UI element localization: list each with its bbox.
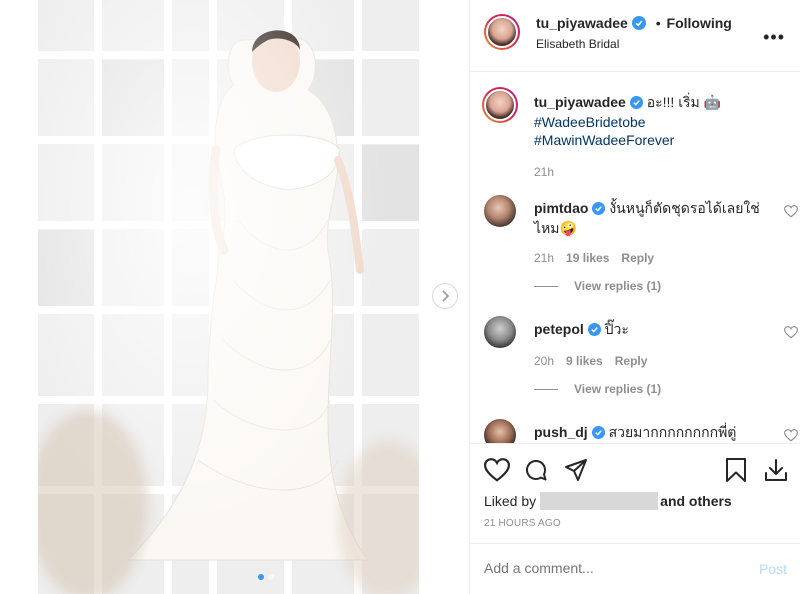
more-icon[interactable]: ••• [763, 27, 785, 48]
comment-body: petepol ปิ๊วะ 20h 9 likes Reply [534, 320, 762, 370]
header-username[interactable]: tu_piyawadee [536, 15, 628, 31]
verified-icon [587, 322, 601, 340]
hashtag-link[interactable]: #WadeeBridetobe [534, 114, 646, 130]
comment-icon[interactable] [524, 458, 548, 482]
carousel-next-button[interactable] [432, 283, 458, 309]
post-header: tu_piyawadee • Following Elisabeth Brida… [470, 0, 800, 72]
carousel-dot-active [258, 574, 264, 580]
avatar[interactable] [484, 195, 516, 227]
view-replies-button[interactable]: View replies (1) [534, 279, 661, 293]
comment-likes[interactable]: 9 likes [566, 354, 603, 368]
comment-username[interactable]: pimtdao [534, 200, 588, 216]
heart-icon[interactable] [484, 458, 510, 482]
caption-time: 21h [534, 165, 555, 179]
header-separator: • [655, 15, 661, 31]
verified-icon [631, 16, 646, 33]
comment-input[interactable] [484, 560, 734, 576]
post-side-panel: tu_piyawadee • Following Elisabeth Brida… [469, 0, 800, 594]
post-timestamp[interactable]: 21 HOURS AGO [484, 518, 561, 529]
caption-body: tu_piyawadee อะ!!! เริ่ม 🤖 #WadeeBrideto… [534, 93, 762, 181]
comment-likes[interactable]: 19 likes [566, 251, 609, 265]
location-link[interactable]: Elisabeth Bridal [536, 37, 619, 51]
comment-body: push_dj สวยมากกกกกกกกพี่ตู่ [534, 423, 762, 443]
heart-icon[interactable] [784, 429, 798, 442]
instagram-post: tu_piyawadee • Following Elisabeth Brida… [0, 0, 800, 594]
comment-text: สวยมากกกกกกกกพี่ตู่ [608, 424, 737, 440]
comment-time: 20h [534, 354, 555, 368]
comments-list[interactable]: tu_piyawadee อะ!!! เริ่ม 🤖 #WadeeBrideto… [470, 73, 800, 443]
reply-button[interactable]: Reply [621, 251, 654, 265]
redacted-username [540, 492, 659, 510]
and-others-link[interactable]: and others [660, 493, 732, 509]
hashtag-link[interactable]: #MawinWadeeForever [534, 132, 674, 148]
avatar[interactable] [484, 419, 516, 443]
comment-body: pimtdao งั้นหนูก็ตัดชุดรอได้เลยใช่ไหม🤪 2… [534, 199, 762, 267]
view-replies-button[interactable]: View replies (1) [534, 382, 661, 396]
header-user-line: tu_piyawadee • Following [536, 15, 732, 33]
heart-icon[interactable] [784, 326, 798, 339]
caption-username[interactable]: tu_piyawadee [534, 94, 626, 110]
avatar[interactable] [482, 87, 518, 123]
comment-time: 21h [534, 251, 555, 265]
reply-button[interactable]: Reply [615, 354, 648, 368]
heart-icon[interactable] [784, 205, 798, 218]
comment-meta: 21h 19 likes Reply [534, 249, 762, 267]
caption-text: อะ!!! เริ่ม 🤖 [646, 94, 722, 110]
action-bar: Liked by and others 21 HOURS AGO [470, 443, 800, 543]
post-button[interactable]: Post [759, 561, 787, 577]
avatar[interactable] [484, 14, 520, 50]
comment-meta: 20h 9 likes Reply [534, 352, 762, 370]
post-photo[interactable] [38, 0, 419, 594]
verified-icon [629, 95, 643, 113]
avatar[interactable] [484, 316, 516, 348]
carousel-dot [268, 574, 274, 580]
chevron-right-icon [442, 290, 450, 302]
comment-username[interactable]: push_dj [534, 424, 588, 440]
liked-by-label: Liked by [484, 493, 537, 509]
following-button[interactable]: Following [667, 15, 732, 31]
add-comment-bar: Post [470, 543, 800, 594]
comment-username[interactable]: petepol [534, 321, 584, 337]
bookmark-icon[interactable] [725, 458, 747, 482]
verified-icon [592, 201, 606, 219]
carousel-dots [258, 574, 274, 580]
download-icon[interactable] [764, 458, 788, 482]
liked-by: Liked by and others [484, 492, 732, 510]
comment-text: ปิ๊วะ [604, 321, 629, 337]
share-icon[interactable] [564, 458, 588, 482]
verified-icon [591, 425, 605, 443]
